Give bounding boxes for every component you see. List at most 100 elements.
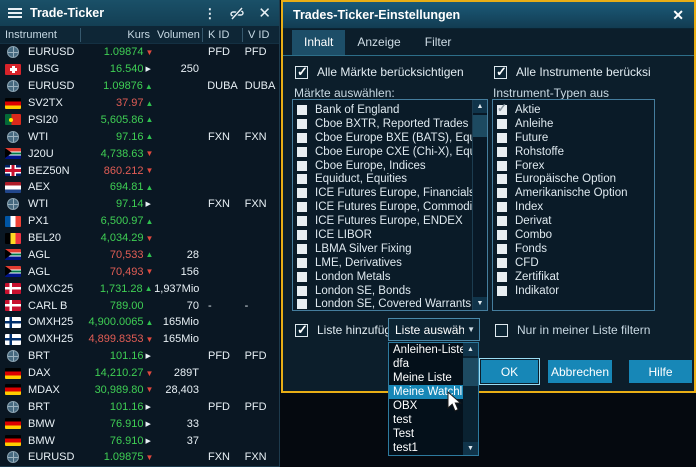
instrument-type-checkbox[interactable] bbox=[497, 147, 507, 157]
ticker-row[interactable]: AEX694.81▲ bbox=[0, 179, 279, 196]
ticker-row[interactable]: CARL B789.0070-- bbox=[0, 297, 279, 314]
instrument-type-checkbox[interactable] bbox=[497, 272, 507, 282]
market-checkbox[interactable] bbox=[297, 272, 307, 282]
market-list-item[interactable]: Cboe Europe CXE (Chi-X), Equi bbox=[297, 145, 472, 159]
market-list-item[interactable]: Equiduct, Equities bbox=[297, 172, 472, 186]
ticker-row[interactable]: J20U4,738.63▼ bbox=[0, 145, 279, 162]
market-checkbox[interactable] bbox=[297, 299, 307, 309]
instrument-type-list-item[interactable]: Index bbox=[497, 200, 654, 214]
col-instrument[interactable]: Instrument bbox=[0, 29, 80, 41]
market-list-item[interactable]: ICE Futures Europe, Commoditi bbox=[297, 200, 472, 214]
instrument-type-list-item[interactable]: Rohstoffe bbox=[497, 145, 654, 159]
col-kurs[interactable]: Kurs bbox=[81, 29, 150, 41]
ticker-row[interactable]: OMXH254,900.0065▲165Mio bbox=[0, 314, 279, 331]
market-checkbox[interactable] bbox=[297, 244, 307, 254]
scrollbar-thumb[interactable] bbox=[463, 358, 478, 386]
ticker-row[interactable]: PSI205,605.86▲ bbox=[0, 112, 279, 129]
ticker-row[interactable]: SV2TX37.97▲ bbox=[0, 95, 279, 112]
dropdown-option[interactable]: OBX bbox=[389, 399, 463, 413]
market-list-item[interactable]: ICE Futures Europe, Financials bbox=[297, 186, 472, 200]
market-list-item[interactable]: Cboe Europe BXE (BATS), Equi bbox=[297, 131, 472, 145]
kebab-menu-icon[interactable]: ⋮ bbox=[203, 7, 216, 20]
add-to-list-checkbox-row[interactable]: Liste hinzufüge bbox=[295, 323, 388, 337]
ticker-row[interactable]: BRT101.16▶PFDPFD bbox=[0, 348, 279, 365]
ticker-row[interactable]: EURUSD1.09876▲DUBADUBA bbox=[0, 78, 279, 95]
instrument-type-list-item[interactable]: Zertifikat bbox=[497, 270, 654, 284]
ticker-row[interactable]: BEZ50N860.212▼ bbox=[0, 162, 279, 179]
ticker-row[interactable]: AGL70,493▼156 bbox=[0, 263, 279, 280]
col-vid[interactable]: V ID bbox=[243, 29, 279, 41]
tab-filter[interactable]: Filter bbox=[413, 30, 464, 55]
instrument-type-list-item[interactable]: Forex bbox=[497, 159, 654, 173]
scroll-down-icon[interactable]: ▼ bbox=[473, 297, 487, 310]
market-checkbox[interactable] bbox=[297, 133, 307, 143]
market-list-item[interactable]: Cboe Europe, Indices bbox=[297, 159, 472, 173]
instrument-type-list-item[interactable]: Anleihe bbox=[497, 117, 654, 131]
dropdown-option[interactable]: dfa bbox=[389, 357, 463, 371]
scrollbar-thumb[interactable] bbox=[473, 115, 487, 137]
scroll-up-icon[interactable]: ▲ bbox=[473, 100, 487, 113]
instrument-type-checkbox[interactable] bbox=[497, 244, 507, 254]
market-list-item[interactable]: London SE, Bonds bbox=[297, 284, 472, 298]
ticker-row[interactable]: BEL204,034.29▼ bbox=[0, 230, 279, 247]
market-checkbox[interactable] bbox=[297, 216, 307, 226]
hamburger-icon[interactable] bbox=[8, 8, 22, 18]
ticker-row[interactable]: BRT101.16▶PFDPFD bbox=[0, 398, 279, 415]
instrument-type-checkbox[interactable] bbox=[497, 105, 507, 115]
instrument-type-checkbox[interactable] bbox=[497, 174, 507, 184]
markets-scrollbar[interactable]: ▲ ▼ bbox=[472, 100, 487, 310]
filter-my-list-checkbox-row[interactable]: Nur in meiner Liste filtern bbox=[495, 323, 691, 337]
ticker-row[interactable]: EURUSD1.09875▼FXNFXN bbox=[0, 449, 279, 466]
instrument-type-checkbox[interactable] bbox=[497, 133, 507, 143]
market-checkbox[interactable] bbox=[297, 119, 307, 129]
close-icon[interactable]: ✕ bbox=[258, 6, 271, 21]
ticker-row[interactable]: BMW76.910▶37 bbox=[0, 432, 279, 449]
instrument-type-list-item[interactable]: Indikator bbox=[497, 284, 654, 298]
all-instruments-checkbox[interactable] bbox=[494, 66, 507, 79]
dropdown-option[interactable]: test1 bbox=[389, 441, 463, 455]
instrument-type-checkbox[interactable] bbox=[497, 161, 507, 171]
market-checkbox[interactable] bbox=[297, 147, 307, 157]
help-button[interactable]: Hilfe bbox=[629, 360, 692, 383]
ticker-row[interactable]: AGL70,533▲28 bbox=[0, 247, 279, 264]
close-icon[interactable]: ✕ bbox=[672, 7, 684, 24]
market-checkbox[interactable] bbox=[297, 105, 307, 115]
market-list-item[interactable]: LBMA Silver Fixing bbox=[297, 242, 472, 256]
all-markets-checkbox-row[interactable]: Alle Märkte berücksichtigen bbox=[295, 65, 485, 79]
instrument-type-list-item[interactable]: Europäische Option bbox=[497, 172, 654, 186]
dropdown-option[interactable]: test bbox=[389, 413, 463, 427]
tab-anzeige[interactable]: Anzeige bbox=[345, 30, 412, 55]
ticker-row[interactable]: BMW76.910▶33 bbox=[0, 415, 279, 432]
tab-inhalt[interactable]: Inhalt bbox=[292, 30, 345, 55]
instrument-type-checkbox[interactable] bbox=[497, 188, 507, 198]
dropdown-option[interactable]: Meine Liste bbox=[389, 371, 463, 385]
instrument-type-list-item[interactable]: Fonds bbox=[497, 242, 654, 256]
instrument-type-checkbox[interactable] bbox=[497, 258, 507, 268]
market-checkbox[interactable] bbox=[297, 230, 307, 240]
instrument-type-checkbox[interactable] bbox=[497, 286, 507, 296]
all-instruments-checkbox-row[interactable]: Alle Instrumente berücksi bbox=[494, 65, 690, 79]
ticker-row[interactable]: PX16,500.97▲ bbox=[0, 213, 279, 230]
market-list-item[interactable]: London SE, Covered Warrants bbox=[297, 297, 472, 310]
market-list-item[interactable]: ICE LIBOR bbox=[297, 228, 472, 242]
dialog-titlebar[interactable]: Trades-Ticker-Einstellungen ✕ bbox=[283, 2, 694, 29]
instrument-type-list-item[interactable]: Combo bbox=[497, 228, 654, 242]
market-list-item[interactable]: London Metals bbox=[297, 270, 472, 284]
ticker-row[interactable]: UBSG16.540▶250 bbox=[0, 61, 279, 78]
ticker-row[interactable]: DAX14,210.27▼289T bbox=[0, 365, 279, 382]
market-list-item[interactable]: Bank of England bbox=[297, 103, 472, 117]
instrument-type-checkbox[interactable] bbox=[497, 230, 507, 240]
instrument-type-checkbox[interactable] bbox=[497, 119, 507, 129]
instrument-type-checkbox[interactable] bbox=[497, 202, 507, 212]
ticker-row[interactable]: EURUSD1.09874▼PFDPFD bbox=[0, 44, 279, 61]
all-markets-checkbox[interactable] bbox=[295, 66, 308, 79]
market-checkbox[interactable] bbox=[297, 202, 307, 212]
instrument-type-list-item[interactable]: Derivat bbox=[497, 214, 654, 228]
market-list-item[interactable]: ICE Futures Europe, ENDEX bbox=[297, 214, 472, 228]
link-off-icon[interactable] bbox=[230, 7, 244, 20]
dropdown-option[interactable]: Anleihen-Liste bbox=[389, 343, 463, 357]
ticker-row[interactable]: OMXH254,899.8353▼165Mio bbox=[0, 331, 279, 348]
market-checkbox[interactable] bbox=[297, 174, 307, 184]
market-checkbox[interactable] bbox=[297, 161, 307, 171]
cancel-button[interactable]: Abbrechen bbox=[548, 360, 612, 383]
